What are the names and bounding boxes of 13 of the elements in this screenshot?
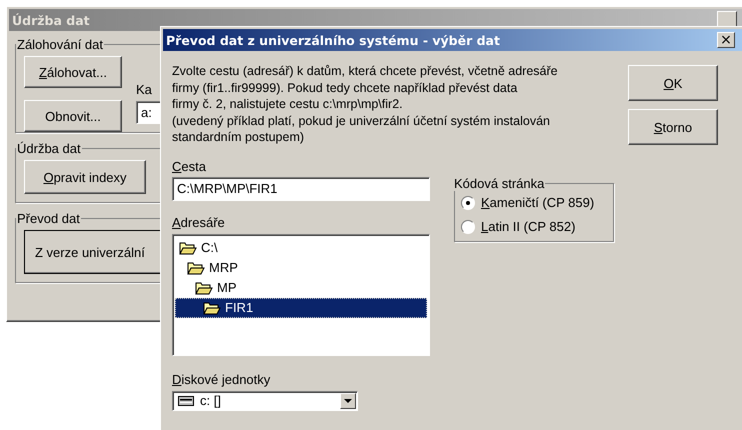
radio-label: Kameničtí (CP 859) [481, 195, 594, 210]
group-title: Převod dat [16, 211, 81, 226]
window-title: Údržba dat [12, 12, 90, 28]
field-label: Ka [136, 82, 152, 97]
radio-label: Latin II (CP 852) [481, 219, 576, 234]
group-title: Kódová stránka [453, 176, 546, 190]
group-title: Údržba dat [16, 141, 82, 156]
directories-label: Adresáře [172, 214, 225, 230]
path-label: Cesta [172, 158, 206, 174]
dialog-title: Převod dat z univerzálního systému - výběr dat [166, 32, 500, 48]
drives-label: Diskové jednotky [172, 372, 270, 386]
instruction-text: Zvolte cestu (adresář) k datům, která chcete převést, včetně adresáře firmy (fir1..fir99999). Pokud tedy chcete například převést data firmy č. 2, nalistujete cestu c:\mrp\mp\fir2. (uvedený příklad platí, pokud je univerzální účetní systém instalován standardním postupem) [172, 63, 559, 146]
group-title: Zálohování dat [16, 37, 104, 52]
